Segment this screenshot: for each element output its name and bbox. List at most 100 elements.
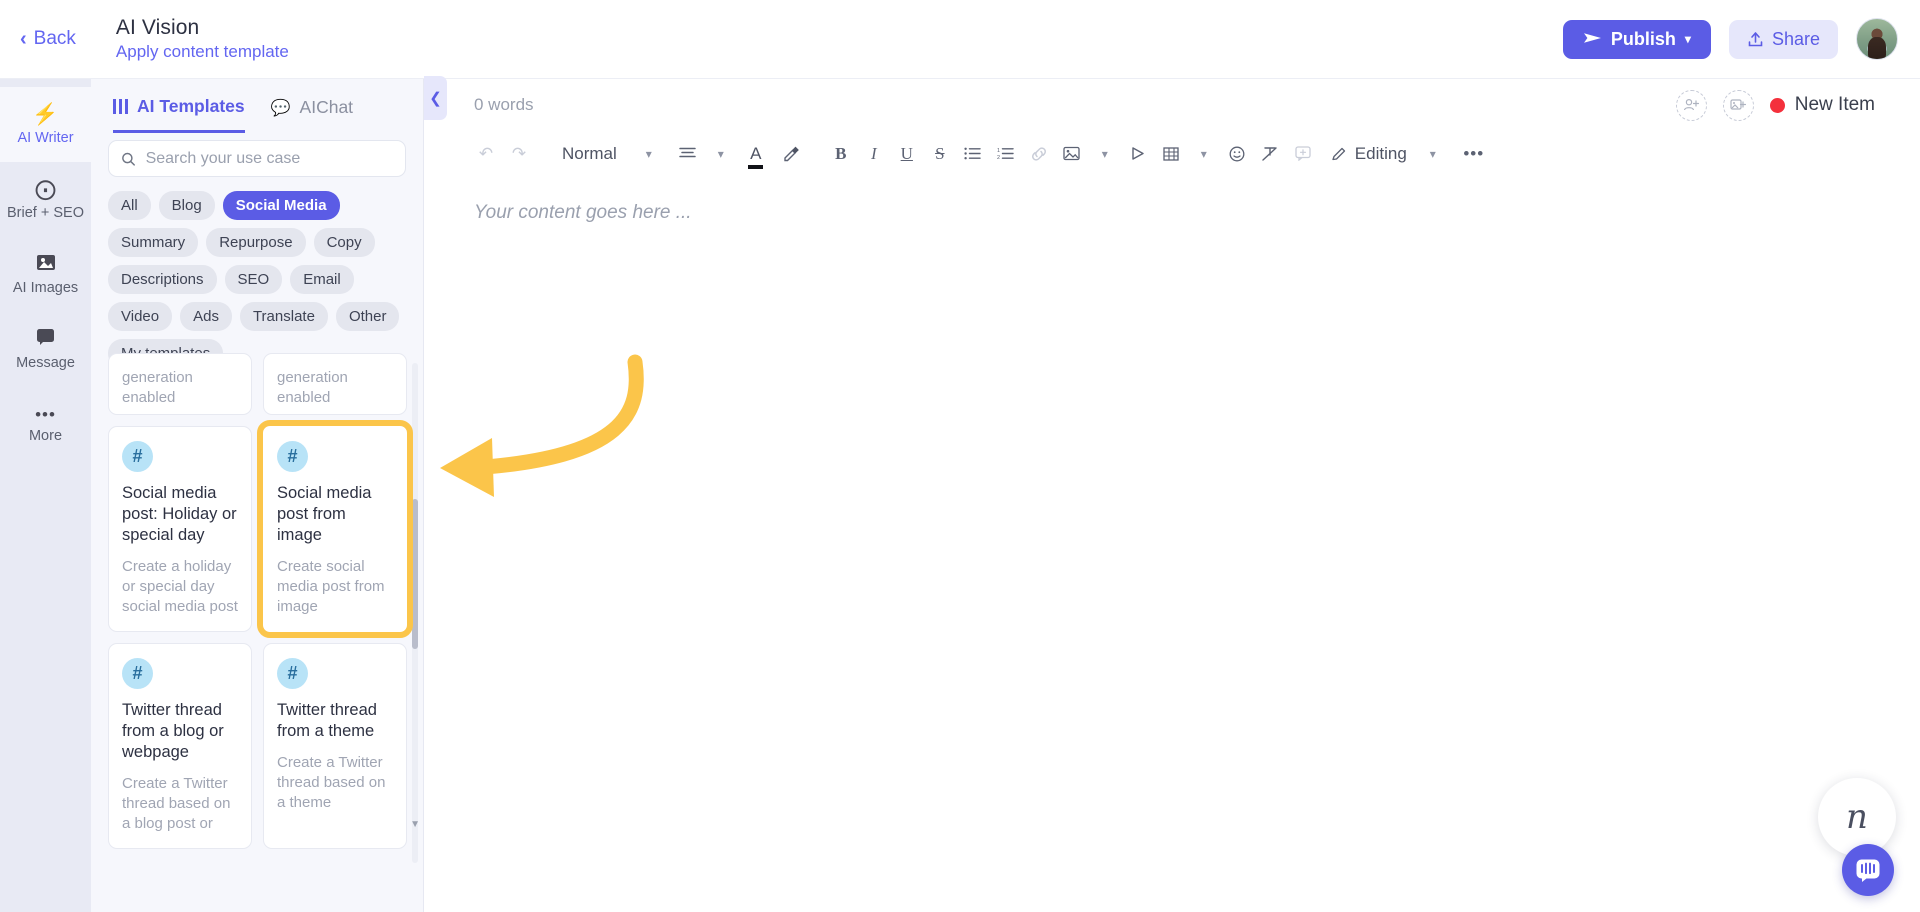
panel-scrollbar-thumb[interactable]: [412, 499, 418, 649]
sidebar-item-more[interactable]: ••• More: [0, 387, 91, 462]
text-color-icon[interactable]: A: [739, 139, 773, 169]
document-titles: AI Vision Apply content template: [116, 16, 289, 62]
avatar[interactable]: [1856, 18, 1898, 60]
chip-summary[interactable]: Summary: [108, 228, 199, 257]
target-icon: ⨀: [35, 177, 56, 201]
add-cover-image-button[interactable]: [1722, 89, 1754, 121]
template-card-desc: Create social media post from image: [277, 558, 385, 616]
numbered-list-icon[interactable]: 12: [991, 139, 1021, 169]
back-button[interactable]: ‹ Back: [20, 28, 76, 50]
chip-video[interactable]: Video: [108, 302, 173, 331]
undo-icon[interactable]: ↶: [471, 139, 501, 169]
template-cards-grid: generation enabled generation enabled # …: [108, 353, 413, 850]
template-card-social-media-post-from-image[interactable]: # Social media post from image Create so…: [257, 419, 413, 639]
chevron-left-icon: ❮: [429, 90, 442, 107]
image-plus-icon: [1730, 99, 1747, 110]
chip-blog[interactable]: Blog: [158, 191, 215, 220]
panel-tabs: AI Templates 💬 AIChat: [91, 79, 423, 133]
chip-descriptions[interactable]: Descriptions: [108, 265, 217, 294]
add-collaborator-button[interactable]: [1675, 89, 1707, 121]
left-nav-rail: ⚡ AI Writer ⨀ Brief + SEO AI Images Mess…: [0, 79, 91, 912]
table-icon[interactable]: [1156, 139, 1186, 169]
editor-area: 0 words New Item ↶ ↷ Normal ▾ ▾ A B I U …: [424, 79, 1920, 912]
word-count: 0 words: [474, 95, 534, 114]
chip-repurpose[interactable]: Repurpose: [206, 228, 306, 257]
lightning-bolt-icon: ⚡: [32, 102, 59, 126]
template-card[interactable]: # Social media post: Holiday or special …: [108, 426, 252, 633]
sidebar-item-label: More: [28, 427, 63, 444]
publish-label: Publish: [1610, 28, 1676, 49]
chip-translate[interactable]: Translate: [239, 302, 328, 331]
chip-copy[interactable]: Copy: [313, 228, 375, 257]
chip-all[interactable]: All: [108, 191, 151, 220]
template-card[interactable]: # Twitter thread from a theme Create a T…: [263, 643, 407, 850]
comment-icon[interactable]: [1288, 139, 1318, 169]
image-icon[interactable]: [1057, 139, 1087, 169]
top-header: ‹ Back AI Vision Apply content template …: [0, 0, 1920, 79]
apply-content-template-link[interactable]: Apply content template: [116, 42, 289, 62]
sidebar-item-ai-images[interactable]: AI Images: [0, 237, 91, 312]
tab-aichat[interactable]: 💬 AIChat: [271, 93, 353, 133]
editor-content[interactable]: Your content goes here ...: [424, 176, 1920, 250]
bullet-list-icon[interactable]: [958, 139, 988, 169]
hash-icon: #: [122, 658, 153, 690]
template-card-clipped[interactable]: generation enabled: [108, 353, 252, 415]
chip-social-media[interactable]: Social Media: [222, 191, 340, 220]
video-icon[interactable]: [1123, 139, 1153, 169]
link-icon[interactable]: [1024, 139, 1054, 169]
template-cards-scroll[interactable]: generation enabled generation enabled # …: [91, 353, 424, 912]
chat-bubbles-icon: 💬: [270, 99, 291, 117]
editor-meta-bar: 0 words New Item: [424, 79, 1920, 131]
share-button[interactable]: Share: [1728, 19, 1838, 59]
category-chips: All Blog Social Media Summary Repurpose …: [91, 177, 423, 378]
template-card-title: Twitter thread from a theme: [277, 701, 377, 741]
collapse-panel-button[interactable]: ❮: [424, 76, 447, 120]
status-badge: [1769, 97, 1785, 113]
publish-button[interactable]: Publish ▾: [1562, 19, 1711, 59]
sidebar-item-label: AI Writer: [17, 129, 74, 146]
chip-ads[interactable]: Ads: [180, 302, 232, 331]
sidebar-item-brief-seo[interactable]: ⨀ Brief + SEO: [0, 162, 91, 237]
sidebar-item-message[interactable]: Message: [0, 312, 91, 387]
intercom-chat-button[interactable]: [1842, 844, 1894, 896]
template-card-title: Twitter thread from a blog or webpage: [122, 701, 224, 762]
template-card-desc: Create a Twitter thread based on a blog …: [122, 775, 231, 833]
chevron-down-icon[interactable]: ▾: [1090, 139, 1120, 169]
chevron-down-icon[interactable]: ▾: [706, 139, 736, 169]
new-item-status[interactable]: New Item: [1769, 94, 1875, 116]
chevron-down-icon[interactable]: ▾: [1189, 139, 1219, 169]
intercom-chat-icon: [1856, 859, 1880, 882]
chip-seo[interactable]: SEO: [224, 265, 283, 294]
chip-other[interactable]: Other: [335, 302, 400, 331]
chip-email[interactable]: Email: [290, 265, 354, 294]
add-user-icon: [1684, 98, 1700, 111]
sidebar-item-label: Message: [16, 355, 75, 371]
sidebar-item-ai-writer[interactable]: ⚡ AI Writer: [0, 87, 91, 162]
editing-mode-button[interactable]: Editing: [1331, 144, 1407, 164]
more-options-icon[interactable]: •••: [1459, 139, 1489, 169]
search-box[interactable]: [108, 140, 406, 177]
tab-ai-templates[interactable]: AI Templates: [113, 93, 245, 133]
editing-label: Editing: [1354, 143, 1407, 163]
templates-panel: AI Templates 💬 AIChat All Blog Social Me…: [91, 79, 424, 912]
bold-icon[interactable]: B: [826, 139, 856, 169]
chevron-down-icon[interactable]: ▾: [628, 139, 670, 169]
share-label: Share: [1771, 28, 1820, 49]
highlight-icon[interactable]: [776, 139, 806, 169]
template-card-desc: generation enabled: [277, 369, 348, 406]
emoji-icon[interactable]: [1222, 139, 1252, 169]
clear-format-icon[interactable]: [1255, 139, 1285, 169]
svg-text:1: 1: [997, 148, 1000, 154]
strikethrough-icon[interactable]: S: [925, 139, 955, 169]
italic-icon[interactable]: I: [859, 139, 889, 169]
chevron-down-icon[interactable]: ▾: [1410, 139, 1456, 169]
redo-icon[interactable]: ↷: [504, 139, 534, 169]
search-input[interactable]: [145, 149, 393, 168]
scroll-down-arrow[interactable]: ▼: [410, 819, 420, 830]
underline-icon[interactable]: U: [892, 139, 922, 169]
editor-placeholder: Your content goes here ...: [474, 202, 692, 223]
template-card-clipped[interactable]: generation enabled: [263, 353, 407, 415]
paragraph-style-select[interactable]: Normal: [554, 139, 625, 169]
align-icon[interactable]: [673, 139, 703, 169]
template-card[interactable]: # Twitter thread from a blog or webpage …: [108, 643, 252, 850]
